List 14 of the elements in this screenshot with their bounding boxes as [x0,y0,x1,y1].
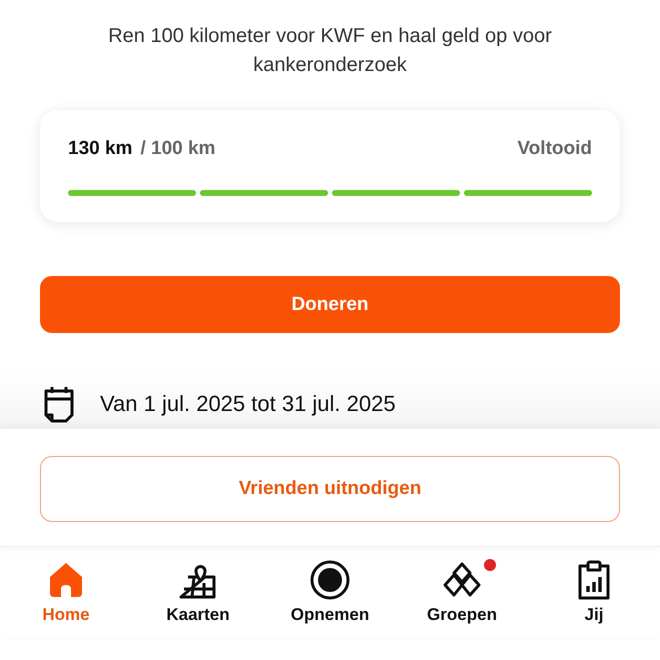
date-range: Van 1 jul. 2025 tot 31 jul. 2025 [100,391,396,417]
diamonds-icon [442,561,482,599]
nav-tab[interactable]: Opnemen [275,559,385,625]
challenge-description: Ren 100 kilometer voor KWF en haal geld op voor kankeronderzoek [107,24,553,78]
nav-tab[interactable]: Jij [539,559,649,625]
invite-friends-button[interactable]: Vrienden uitnodigen [40,456,620,522]
record-icon [310,560,350,600]
nav-tab[interactable]: Kaarten [143,559,253,625]
current-distance: 130 km [68,138,132,160]
clipboard-chart-icon [576,560,612,600]
nav-tab[interactable]: Groepen [407,559,517,625]
status-label: Voltooid [517,138,592,160]
nav-tab[interactable]: Home [11,559,121,625]
goal-distance: / 100 km [140,138,216,160]
